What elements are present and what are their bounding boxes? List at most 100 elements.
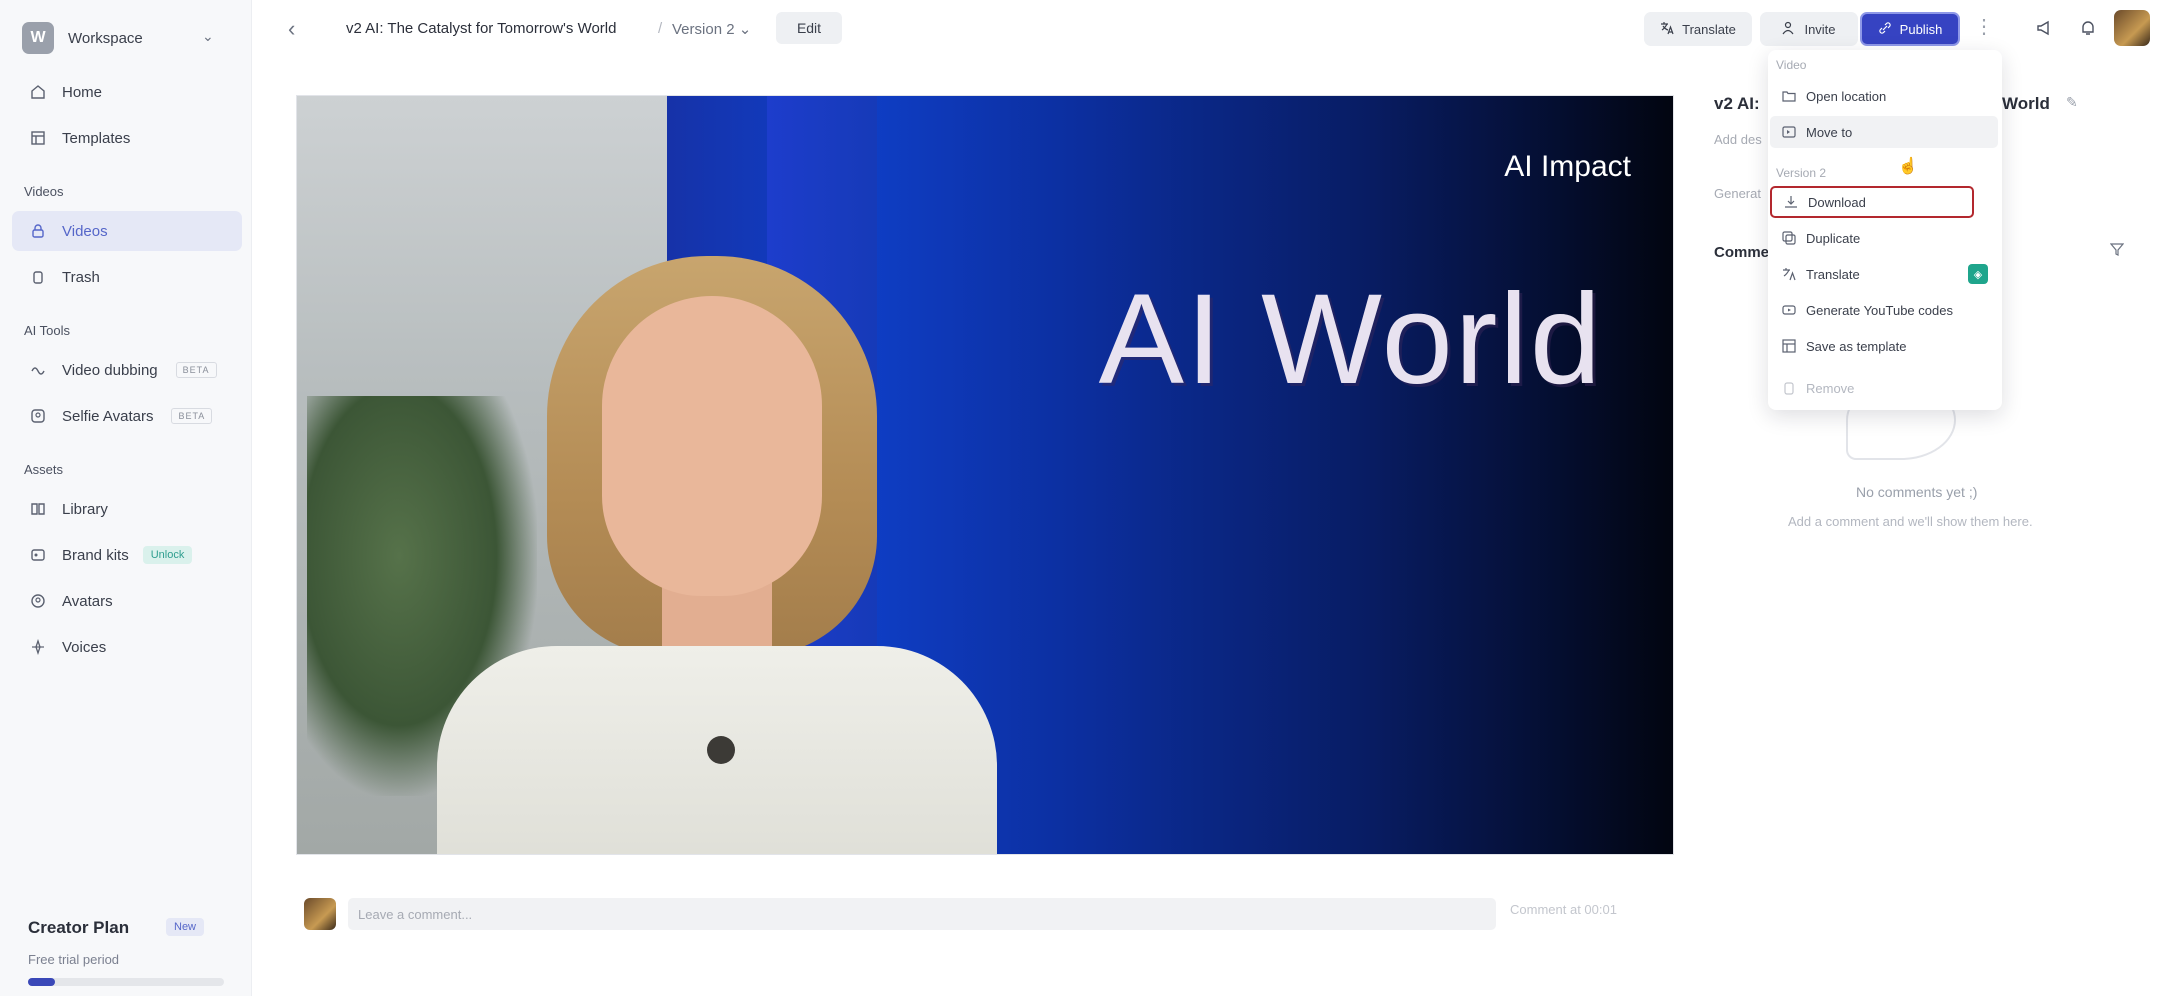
avatars-icon bbox=[28, 591, 48, 611]
link-icon bbox=[1878, 21, 1892, 38]
version-selector[interactable]: Version 2 ⌄ bbox=[672, 20, 751, 38]
sidebar-item-voices[interactable]: Voices bbox=[12, 627, 242, 667]
menu-item-label: Download bbox=[1808, 194, 1866, 210]
dubbing-icon bbox=[28, 360, 48, 380]
page-title: v2 AI: The Catalyst for Tomorrow's World bbox=[346, 20, 617, 37]
menu-item-label: Duplicate bbox=[1806, 230, 1861, 246]
menu-item-open-location[interactable]: Open location bbox=[1770, 80, 1998, 112]
duplicate-icon bbox=[1780, 231, 1798, 245]
back-arrow-icon[interactable]: ‹ bbox=[288, 16, 295, 42]
sidebar-item-library[interactable]: Library bbox=[12, 489, 242, 529]
move-icon bbox=[1780, 125, 1798, 139]
menu-item-remove[interactable]: Remove bbox=[1770, 372, 1998, 404]
panel-title-start: v2 AI: bbox=[1714, 94, 1760, 113]
chevron-down-icon: ⌄ bbox=[202, 28, 214, 44]
sidebar-item-trash[interactable]: Trash bbox=[12, 257, 242, 297]
menu-item-generate-youtube-codes[interactable]: Generate YouTube codes bbox=[1770, 294, 1998, 326]
menu-item-label: Translate bbox=[1806, 266, 1860, 282]
megaphone-icon[interactable] bbox=[2030, 14, 2058, 42]
unlock-badge[interactable]: Unlock bbox=[142, 546, 193, 564]
templates-icon bbox=[28, 128, 48, 148]
presenter-face bbox=[602, 296, 822, 596]
comment-input[interactable] bbox=[348, 898, 1496, 930]
more-vertical-icon[interactable]: ⋮ bbox=[1974, 14, 1994, 39]
workspace-switcher[interactable]: W Workspace ⌄ bbox=[22, 20, 242, 56]
menu-item-duplicate[interactable]: Duplicate bbox=[1770, 222, 1998, 254]
template-icon bbox=[1780, 339, 1798, 353]
workspace-logo: W bbox=[22, 22, 54, 54]
plan-progress-fill bbox=[28, 978, 56, 986]
sidebar-item-avatars[interactable]: Avatars bbox=[12, 581, 242, 621]
cursor-icon: ☝ bbox=[1898, 158, 1918, 175]
plan-card: Creator Plan New Free trial period bbox=[20, 904, 242, 996]
library-icon bbox=[28, 499, 48, 519]
menu-section-video: Video bbox=[1776, 58, 1807, 72]
invite-button[interactable]: Invite bbox=[1760, 12, 1858, 46]
sidebar-item-label: Brand kits bbox=[62, 546, 129, 564]
version-label: Version 2 bbox=[672, 21, 735, 38]
sidebar-item-brand-kits[interactable]: Brand kits Unlock bbox=[12, 535, 242, 575]
sidebar-item-label: Library bbox=[62, 500, 108, 518]
beta-badge: BETA bbox=[175, 362, 217, 378]
trash-icon bbox=[1780, 381, 1798, 395]
menu-section-version: Version 2 bbox=[1776, 166, 1827, 180]
section-title-videos: Videos bbox=[24, 184, 64, 199]
beta-badge: BETA bbox=[171, 408, 213, 424]
sidebar: W Workspace ⌄ Home Templates Videos Vide… bbox=[0, 0, 252, 996]
video-options-menu: Video Open location Move to Version 2 Do… bbox=[1768, 50, 2002, 410]
menu-item-translate[interactable]: Translate ◈ bbox=[1770, 258, 1998, 290]
selfie-avatar-icon bbox=[28, 406, 48, 426]
sidebar-item-label: Templates bbox=[62, 129, 131, 147]
sidebar-item-video-dubbing[interactable]: Video dubbing BETA bbox=[12, 350, 242, 390]
breadcrumb-separator: / bbox=[658, 20, 663, 37]
section-title-assets: Assets bbox=[24, 462, 64, 477]
video-player[interactable]: AI Impact AI World bbox=[296, 95, 1674, 855]
home-icon bbox=[28, 82, 48, 102]
workspace-name: Workspace bbox=[68, 29, 143, 47]
translate-icon bbox=[1780, 267, 1798, 281]
translate-button[interactable]: Translate bbox=[1644, 12, 1752, 46]
sidebar-item-videos[interactable]: Videos bbox=[12, 211, 242, 251]
sidebar-item-templates[interactable]: Templates bbox=[12, 118, 242, 158]
video-headline: AI World bbox=[1098, 268, 1603, 411]
sidebar-item-label: Video dubbing bbox=[62, 361, 158, 379]
pencil-icon[interactable]: ✎ bbox=[2066, 94, 2078, 111]
menu-item-move-to[interactable]: Move to bbox=[1770, 116, 1998, 148]
section-title-ai-tools: AI Tools bbox=[24, 323, 71, 338]
plan-subtitle: Free trial period bbox=[28, 952, 120, 967]
sidebar-item-label: Trash bbox=[62, 268, 100, 286]
menu-item-label: Generate YouTube codes bbox=[1806, 302, 1953, 318]
plan-progress-bar bbox=[28, 978, 224, 986]
menu-item-download[interactable]: Download bbox=[1770, 186, 1974, 218]
comment-avatar bbox=[304, 898, 336, 930]
edit-button[interactable]: Edit bbox=[776, 12, 842, 44]
empty-comments-subtitle: Add a comment and we'll show them here. bbox=[1788, 514, 2033, 529]
trash-icon bbox=[28, 267, 48, 287]
youtube-icon bbox=[1780, 303, 1798, 317]
bell-icon[interactable] bbox=[2074, 14, 2102, 42]
sidebar-item-label: Home bbox=[62, 83, 103, 101]
menu-item-label: Remove bbox=[1806, 380, 1855, 396]
menu-item-label: Open location bbox=[1806, 88, 1887, 104]
comment-submit-button[interactable]: Comment at 00:01 bbox=[1510, 902, 1617, 917]
lock-icon bbox=[28, 221, 48, 241]
translate-button-label: Translate bbox=[1682, 21, 1736, 37]
user-add-icon bbox=[1782, 21, 1796, 38]
brand-kits-icon bbox=[28, 545, 48, 565]
description-field[interactable]: Add des bbox=[1714, 132, 1762, 147]
menu-item-save-as-template[interactable]: Save as template bbox=[1770, 330, 1998, 362]
sidebar-item-label: Avatars bbox=[62, 592, 113, 610]
comments-title: Comme bbox=[1714, 244, 1770, 261]
user-avatar[interactable] bbox=[2114, 10, 2150, 46]
sidebar-item-label: Voices bbox=[62, 638, 107, 656]
sidebar-item-home[interactable]: Home bbox=[12, 72, 242, 112]
plan-title: Creator Plan bbox=[28, 918, 130, 937]
menu-item-label: Move to bbox=[1806, 124, 1853, 140]
sidebar-item-selfie-avatars[interactable]: Selfie Avatars BETA bbox=[12, 396, 242, 436]
invite-button-label: Invite bbox=[1804, 21, 1836, 37]
translate-icon bbox=[1660, 21, 1674, 38]
presenter-button bbox=[707, 736, 735, 764]
plan-badge[interactable]: New bbox=[166, 918, 205, 936]
filter-icon[interactable] bbox=[2109, 242, 2125, 260]
publish-button[interactable]: Publish bbox=[1860, 12, 1960, 46]
